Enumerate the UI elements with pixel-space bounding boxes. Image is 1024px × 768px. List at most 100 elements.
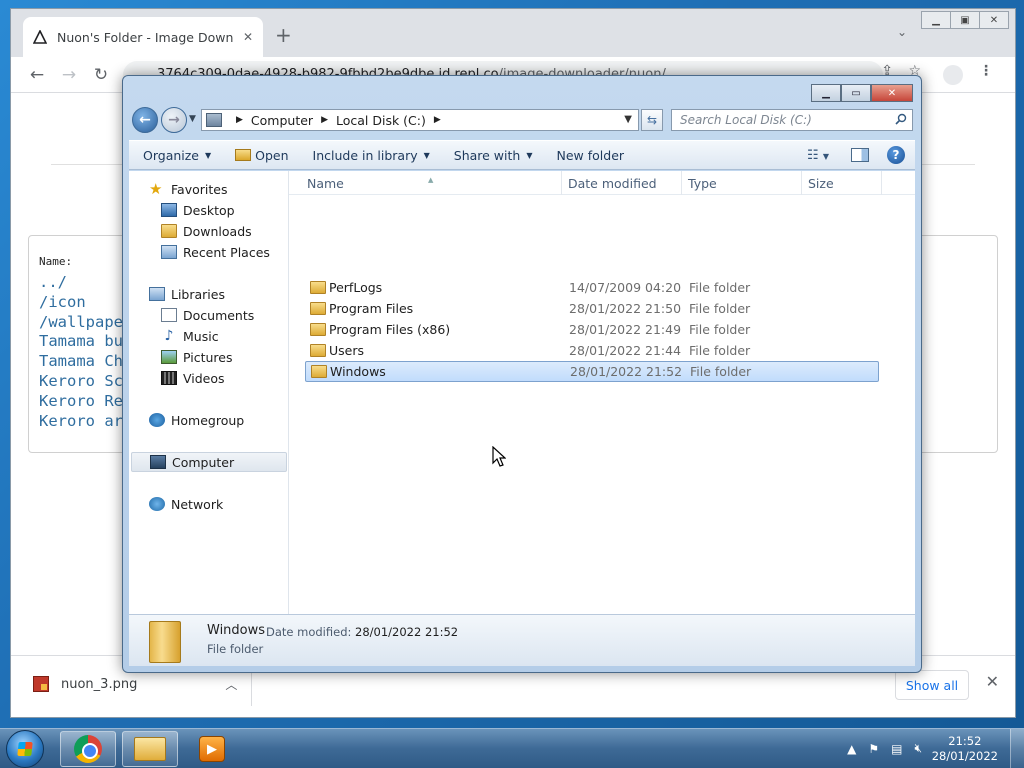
details-modified-value: 28/01/2022 21:52 (355, 625, 459, 639)
file-link[interactable]: Tamama Ch (39, 352, 123, 372)
menu-kebab-icon[interactable]: ⋮ (979, 63, 993, 79)
nav-computer[interactable]: Computer (131, 452, 287, 472)
clock-date: 28/01/2022 (931, 749, 998, 763)
forward-arrow-icon[interactable]: → (57, 63, 81, 87)
nav-favorites[interactable]: ★ Favorites (149, 179, 227, 199)
file-link[interactable]: Tamama bu (39, 332, 123, 352)
taskbar-explorer[interactable] (122, 731, 178, 767)
nav-music[interactable]: ♪ Music (161, 326, 219, 346)
folder-icon (310, 344, 326, 357)
file-link[interactable]: ../ (39, 273, 123, 293)
file-link[interactable]: /icon (39, 293, 123, 313)
include-in-library-button[interactable]: Include in library ▼ (313, 148, 430, 163)
recent-pages-chevron-icon[interactable]: ▼ (189, 114, 196, 124)
taskbar-media-player[interactable]: ▶ (184, 731, 240, 767)
music-note-icon: ♪ (164, 328, 174, 344)
nav-homegroup[interactable]: Homegroup (149, 410, 244, 430)
download-file-name: nuon_3.png (61, 676, 138, 692)
nav-pictures[interactable]: Pictures (161, 347, 233, 367)
show-desktop-button[interactable] (1010, 729, 1024, 768)
show-all-button[interactable]: Show all (895, 670, 969, 700)
reload-icon[interactable]: ↻ (89, 63, 113, 87)
computer-icon (150, 455, 166, 469)
nav-label: Homegroup (171, 412, 245, 428)
view-options-icon[interactable]: ☷ ▼ (807, 148, 829, 163)
nav-label: Downloads (183, 223, 252, 239)
nav-label: Music (183, 328, 219, 344)
taskbar-chrome[interactable] (60, 731, 116, 767)
explorer-minimize-button[interactable]: ▁ (811, 84, 841, 102)
minimize-button[interactable]: ▁ (921, 11, 951, 29)
back-arrow-icon[interactable]: ← (25, 63, 49, 87)
include-in-library-label: Include in library (312, 147, 418, 163)
breadcrumb-arrow-icon[interactable]: ▶ (434, 115, 441, 125)
open-button[interactable]: Open (235, 148, 289, 163)
file-row[interactable]: PerfLogs 14/07/2009 04:20 File folder (305, 277, 879, 298)
show-hidden-icons-icon[interactable]: ▲ (847, 742, 856, 756)
column-type[interactable]: Type (688, 176, 717, 191)
file-listing: ../ /icon /wallpape Tamama bu Tamama Ch … (39, 273, 123, 431)
explorer-search-input[interactable]: Search Local Disk (C:) (671, 109, 913, 131)
action-center-flag-icon[interactable]: ⚑ (868, 742, 879, 756)
png-file-icon (33, 676, 49, 692)
file-date: 28/01/2022 21:52 (570, 364, 683, 379)
profile-avatar-icon[interactable] (943, 65, 963, 85)
explorer-maximize-button[interactable]: ▭ (841, 84, 871, 102)
refresh-button[interactable]: ⇆ (641, 109, 663, 131)
file-link[interactable]: /wallpape (39, 313, 123, 333)
details-modified: Date modified: 28/01/2022 21:52 (266, 625, 458, 639)
column-name[interactable]: Name (307, 176, 344, 191)
nav-videos[interactable]: Videos (161, 368, 225, 388)
explorer-forward-button[interactable]: → (161, 107, 187, 133)
open-folder-icon (235, 149, 252, 161)
explorer-address-bar[interactable]: ▶ Computer ▶ Local Disk (C:) ▶ ▼ (201, 109, 639, 131)
network-tray-icon[interactable]: ▤ (891, 742, 902, 756)
search-icon[interactable] (895, 113, 907, 125)
nav-downloads[interactable]: Downloads (161, 221, 252, 241)
file-row[interactable]: Program Files 28/01/2022 21:50 File fold… (305, 298, 879, 319)
breadcrumb-arrow-icon[interactable]: ▶ (236, 115, 243, 125)
file-row[interactable]: Program Files (x86) 28/01/2022 21:49 Fil… (305, 319, 879, 340)
column-divider[interactable] (801, 171, 802, 195)
taskbar-clock[interactable]: 21:52 28/01/2022 (932, 734, 998, 764)
chevron-up-icon[interactable]: ︿ (225, 676, 237, 693)
file-link[interactable]: Keroro ar (39, 412, 123, 432)
nav-recent-places[interactable]: Recent Places (161, 242, 270, 262)
column-divider[interactable] (881, 171, 882, 195)
nav-libraries[interactable]: Libraries (149, 284, 225, 304)
file-link[interactable]: Keroro Sc (39, 372, 123, 392)
file-link[interactable]: Keroro Re (39, 392, 123, 412)
folder-icon (310, 302, 326, 315)
new-tab-button[interactable]: + (275, 23, 292, 47)
preview-pane-icon[interactable] (851, 148, 869, 162)
nav-desktop[interactable]: Desktop (161, 200, 235, 220)
file-row-selected[interactable]: Windows 28/01/2022 21:52 File folder (305, 361, 879, 382)
column-divider[interactable] (681, 171, 682, 195)
column-date-modified[interactable]: Date modified (568, 176, 657, 191)
help-icon[interactable]: ? (887, 146, 905, 164)
explorer-back-button[interactable]: ← (132, 107, 158, 133)
tab-close-icon[interactable]: ✕ (243, 30, 253, 44)
start-button[interactable] (6, 730, 44, 768)
desktop-icon (161, 203, 177, 217)
breadcrumb-computer[interactable]: Computer (251, 113, 313, 128)
restore-button[interactable]: ▣ (950, 11, 980, 29)
share-with-button[interactable]: Share with ▼ (454, 148, 533, 163)
explorer-close-button[interactable]: ✕ (871, 84, 913, 102)
nav-network[interactable]: Network (149, 494, 223, 514)
download-item[interactable]: nuon_3.png ︿ (33, 670, 237, 698)
nav-documents[interactable]: Documents (161, 305, 254, 325)
tab-search-chevron-icon[interactable]: ⌄ (897, 25, 907, 39)
column-size[interactable]: Size (808, 176, 834, 191)
close-button[interactable]: ✕ (979, 11, 1009, 29)
new-folder-button[interactable]: New folder (557, 148, 625, 163)
file-row[interactable]: Users 28/01/2022 21:44 File folder (305, 340, 879, 361)
organize-button[interactable]: Organize ▼ (143, 148, 211, 163)
breadcrumb-local-disk[interactable]: Local Disk (C:) (336, 113, 426, 128)
browser-tab[interactable]: Nuon's Folder - Image Downloac ✕ (23, 17, 263, 57)
breadcrumb-arrow-icon[interactable]: ▶ (321, 115, 328, 125)
address-dropdown-icon[interactable]: ▼ (624, 114, 632, 125)
close-shelf-icon[interactable]: ✕ (986, 672, 999, 691)
volume-muted-icon[interactable]: 🔇︎ (914, 741, 922, 756)
column-divider[interactable] (561, 171, 562, 195)
